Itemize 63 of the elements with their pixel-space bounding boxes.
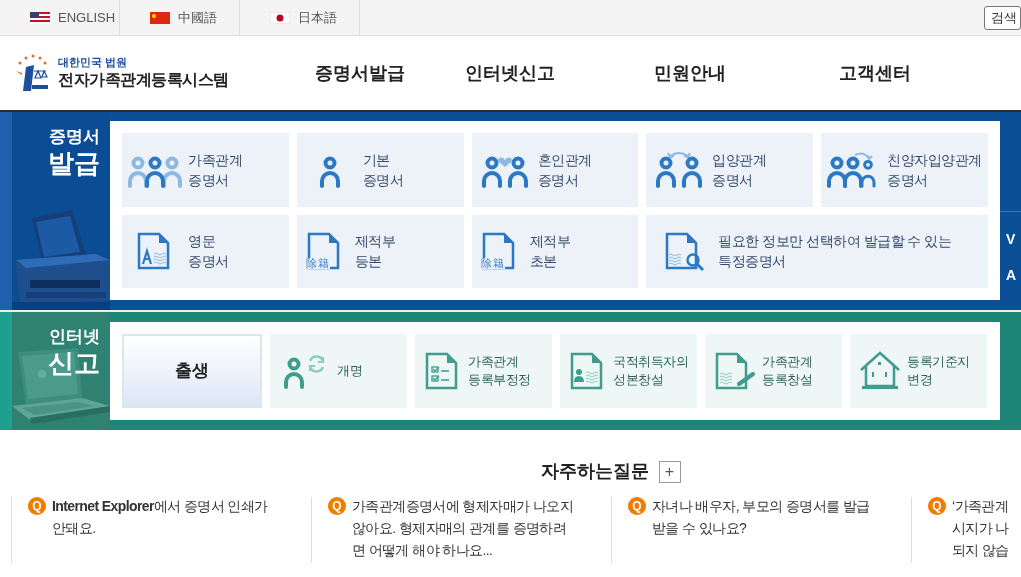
tile-label: 혼인관계 증명서: [537, 150, 592, 190]
logo-subtitle: 대한민국 법원: [58, 56, 129, 70]
house-icon: [858, 350, 902, 392]
certificate-tile[interactable]: 영문 증명서: [122, 214, 289, 288]
tile-label: 가족관계 등록창설: [762, 353, 812, 389]
nav-link[interactable]: 고객센터: [839, 59, 911, 87]
side-text: V: [1006, 232, 1017, 246]
report-tile[interactable]: 등록기준지 변경: [850, 334, 987, 408]
language-link[interactable]: ENGLISH: [0, 0, 120, 35]
tile-label: 출생: [175, 360, 209, 383]
q-badge: Q: [28, 497, 46, 515]
certificate-tile[interactable]: 除籍 제적부 등본: [296, 214, 464, 288]
nav-link[interactable]: 증명서발급: [315, 59, 405, 87]
faq-question[interactable]: 자녀나 배우자, 부모의 증명서를 발급 받을 수 있나요?: [652, 495, 870, 563]
certificate-tile[interactable]: 친양자입양관계 증명서: [821, 133, 988, 207]
language-link[interactable]: 日本語: [240, 0, 360, 35]
tile-label: 가족관계 증명서: [188, 150, 242, 190]
q-badge: Q: [328, 497, 346, 515]
certificate-tile[interactable]: 혼인관계 증명서: [471, 133, 639, 207]
language-link[interactable]: 中國語: [120, 0, 240, 35]
icon-label: 除籍: [480, 258, 505, 270]
more-button[interactable]: +: [658, 460, 681, 483]
search-button[interactable]: 검색: [984, 5, 1021, 30]
report-tile[interactable]: 국적취득자의 성본창설: [560, 334, 697, 408]
tile-label: 개명: [337, 362, 362, 380]
tile-label: 기본 증명서: [362, 150, 404, 190]
faq-question[interactable]: Internet Explorer에서 증명서 인쇄가 안돼요.: [52, 495, 268, 563]
section-heading: 신고: [48, 347, 100, 380]
tile-label: 등록기준지 변경: [907, 353, 970, 389]
faq-question[interactable]: 가족관계증명서에 형제자매가 나오지 않아요. 형제자매의 관계를 증명하려 면 어떻게 해야 하나요...: [352, 495, 573, 563]
tile-label: 제적부 초본: [529, 232, 571, 272]
certificate-tile[interactable]: 가족관계 증명서: [122, 133, 289, 207]
document-pen-icon: [713, 350, 757, 392]
certificate-tile[interactable]: 입양관계 증명서: [646, 133, 814, 207]
certificate-tile[interactable]: 기본 증명서: [296, 133, 464, 207]
nav-link[interactable]: 민원안내: [654, 59, 726, 87]
tile-label: 제적부 등본: [354, 232, 396, 272]
report-tile[interactable]: 개명: [270, 334, 407, 408]
report-tile[interactable]: 가족관계 등록부정정: [415, 334, 552, 408]
tile-label: 국적취득자의 성본창설: [613, 353, 688, 389]
logo-title: 전자가족관계등록시스템: [58, 69, 229, 90]
tile-label: 필요한 정보만 선택하여 발급할 수 있는 특정증명서: [718, 232, 952, 272]
japan-flag-icon: [270, 11, 290, 24]
tile-label: 입양관계 증명서: [712, 150, 767, 190]
report-tile[interactable]: 가족관계 등록창설: [705, 334, 842, 408]
icon-label: 除籍: [305, 258, 330, 270]
section-heading: 인터넷: [49, 326, 100, 348]
faq-title: 자주하는질문: [540, 460, 649, 483]
tile-label: 친양자입양관계 증명서: [887, 150, 982, 190]
section-heading: 증명서: [49, 126, 100, 148]
q-badge: Q: [928, 497, 946, 515]
certificate-tile[interactable]: 필요한 정보만 선택하여 발급할 수 있는 특정증명서: [646, 214, 988, 288]
section-heading: 발급: [48, 147, 100, 180]
tile-label: 영문 증명서: [188, 232, 229, 272]
q-badge: Q: [628, 497, 646, 515]
certificate-tile[interactable]: 除籍 제적부 초본: [471, 214, 639, 288]
us-flag-icon: [30, 11, 50, 24]
tile-label: 가족관계 등록부정정: [468, 353, 531, 389]
nav-link[interactable]: 인터넷신고: [465, 59, 555, 87]
faq-question[interactable]: ‘가족관계 시지가 나 되지 않습: [952, 495, 1009, 563]
side-text: A: [1006, 268, 1018, 282]
china-flag-icon: [150, 11, 170, 24]
report-tile[interactable]: 출생: [122, 334, 262, 408]
